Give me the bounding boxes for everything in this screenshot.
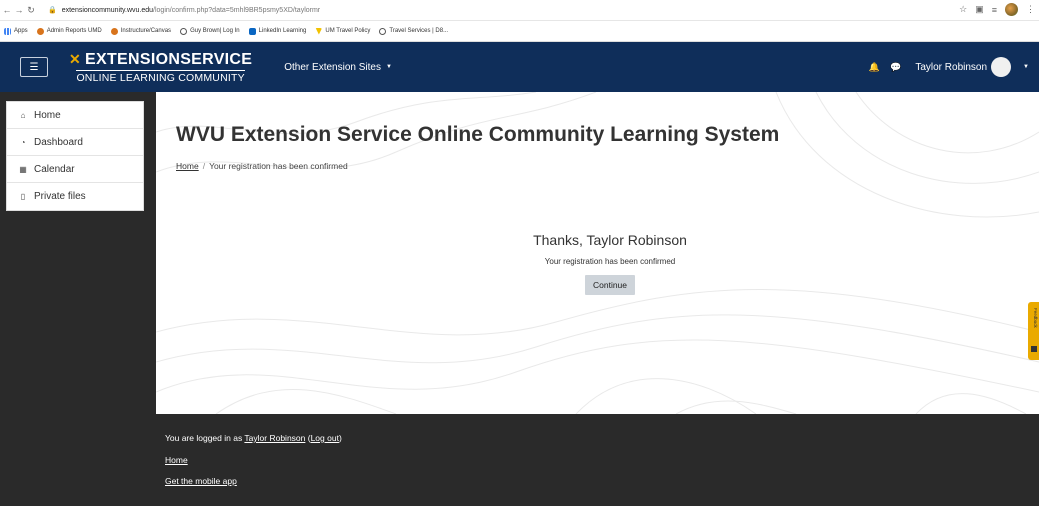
avatar[interactable] (991, 57, 1012, 77)
confirmation-message: Your registration has been confirmed (544, 257, 676, 266)
address-bar[interactable]: 🔒 extensioncommunity.wvu.edu/login/confi… (42, 3, 326, 18)
calendar-icon: ▦ (19, 164, 27, 174)
hamburger-icon: ☰ (29, 61, 39, 73)
url-path: /login/confirm.php?data=5mhl9BR5psmy5XD/… (153, 6, 321, 14)
nav-drawer: ⌂ Home ◔ Dashboard ▦ Calendar ▯ Private file… (0, 92, 156, 506)
reading-list-icon[interactable]: ≡ (992, 5, 997, 15)
page-title: WVU Extension Service Online Community L… (176, 123, 780, 146)
breadcrumb-home-link[interactable]: Home (176, 161, 199, 171)
thanks-heading: Thanks, Taylor Robinson (533, 232, 687, 248)
um-shield-icon (315, 27, 323, 35)
site-logo[interactable]: ✕ EXTENSIONSERVICE ONLINE LEARNING COMMUN… (69, 51, 252, 84)
bookmarks-bar: Apps Admin Reports UMD Instructure/Canva… (0, 21, 1039, 42)
message-icon[interactable]: 💬 (890, 62, 901, 73)
profile-avatar-icon[interactable] (1005, 3, 1018, 16)
forward-icon[interactable]: → (14, 5, 24, 15)
wv-logo-icon: ✕ (69, 51, 82, 67)
drawer-item-private-files[interactable]: ▯ Private files (7, 183, 143, 210)
footer-home-link[interactable]: Home (165, 455, 188, 465)
bell-icon[interactable]: 🔔 (869, 62, 880, 73)
page-footer: You are logged in as Taylor Robinson (Lo… (156, 414, 1039, 506)
site-navbar: ☰ ✕ EXTENSIONSERVICE ONLINE LEARNING COMM… (0, 42, 1039, 92)
caret-down-icon[interactable]: ▼ (1023, 64, 1029, 70)
drawer-item-calendar[interactable]: ▦ Calendar (7, 156, 143, 183)
reload-icon[interactable]: ↻ (26, 5, 36, 16)
bookmark-travel-services[interactable]: Travel Services | D8... (379, 27, 448, 35)
linkedin-icon (248, 27, 256, 35)
login-info: You are logged in as Taylor Robinson (Lo… (165, 433, 342, 443)
star-icon[interactable]: ☆ (959, 4, 967, 15)
uh-logo-icon (36, 27, 44, 35)
bookmark-travel-policy[interactable]: UM Travel Policy (315, 27, 370, 35)
mobile-app-link[interactable]: Get the mobile app (165, 476, 237, 486)
feedback-icon (1031, 346, 1037, 352)
feedback-label: Feedback (1033, 308, 1038, 328)
confirmation-panel: Thanks, Taylor Robinson Your registratio… (156, 232, 1039, 295)
other-sites-menu[interactable]: Other Extension Sites ▼ (284, 62, 392, 73)
user-area: 🔔 💬 Taylor Robinson ▼ (869, 42, 1029, 92)
bookmark-admin-reports[interactable]: Admin Reports UMD (36, 27, 102, 35)
globe-icon (180, 27, 188, 35)
breadcrumb-separator: / (202, 161, 206, 171)
breadcrumb-current: Your registration has been confirmed (209, 161, 348, 171)
menu-dots-icon[interactable]: ⋮ (1026, 4, 1035, 15)
footer-user-link[interactable]: Taylor Robinson (244, 433, 305, 443)
apps-grid-icon (4, 27, 11, 35)
browser-toolbar: ← → ↻ 🔒 extensioncommunity.wvu.edu/login… (0, 0, 1039, 21)
globe-icon (379, 27, 387, 35)
bookmark-apps[interactable]: Apps (4, 27, 28, 35)
feedback-tab[interactable]: Feedback (1028, 302, 1039, 360)
logout-link[interactable]: Log out (311, 433, 339, 443)
logo-title: EXTENSIONSERVICE (85, 50, 253, 68)
caret-down-icon: ▼ (385, 64, 392, 70)
bookmark-guy-brown[interactable]: Guy Brown| Log In (180, 27, 240, 35)
uh-logo-icon (110, 27, 118, 35)
dashboard-icon: ◔ (20, 137, 26, 147)
bookmark-canvas[interactable]: Instructure/Canvas (110, 27, 171, 35)
drawer-item-home[interactable]: ⌂ Home (7, 102, 143, 129)
drawer-list: ⌂ Home ◔ Dashboard ▦ Calendar ▯ Private file… (6, 101, 144, 211)
browser-actions: ☆ ▣ ≡ ⋮ (959, 3, 1035, 16)
user-menu-name[interactable]: Taylor Robinson (915, 62, 987, 73)
url-host: extensioncommunity.wvu.edu (61, 6, 154, 14)
extension-icon[interactable]: ▣ (975, 4, 984, 15)
logo-subtitle: ONLINE LEARNING COMMUNITY (76, 69, 245, 84)
breadcrumb: Home / Your registration has been confirme… (176, 161, 348, 171)
lock-icon: 🔒 (48, 7, 57, 14)
drawer-toggle-button[interactable]: ☰ (20, 57, 48, 77)
back-icon[interactable]: ← (2, 5, 12, 15)
bookmark-linkedin[interactable]: LinkedIn Learning (248, 27, 306, 35)
main-region: WVU Extension Service Online Community L… (156, 92, 1039, 414)
home-icon: ⌂ (20, 110, 26, 120)
file-icon: ▯ (20, 192, 26, 201)
continue-button[interactable]: Continue (585, 275, 635, 295)
drawer-item-dashboard[interactable]: ◔ Dashboard (7, 129, 143, 156)
